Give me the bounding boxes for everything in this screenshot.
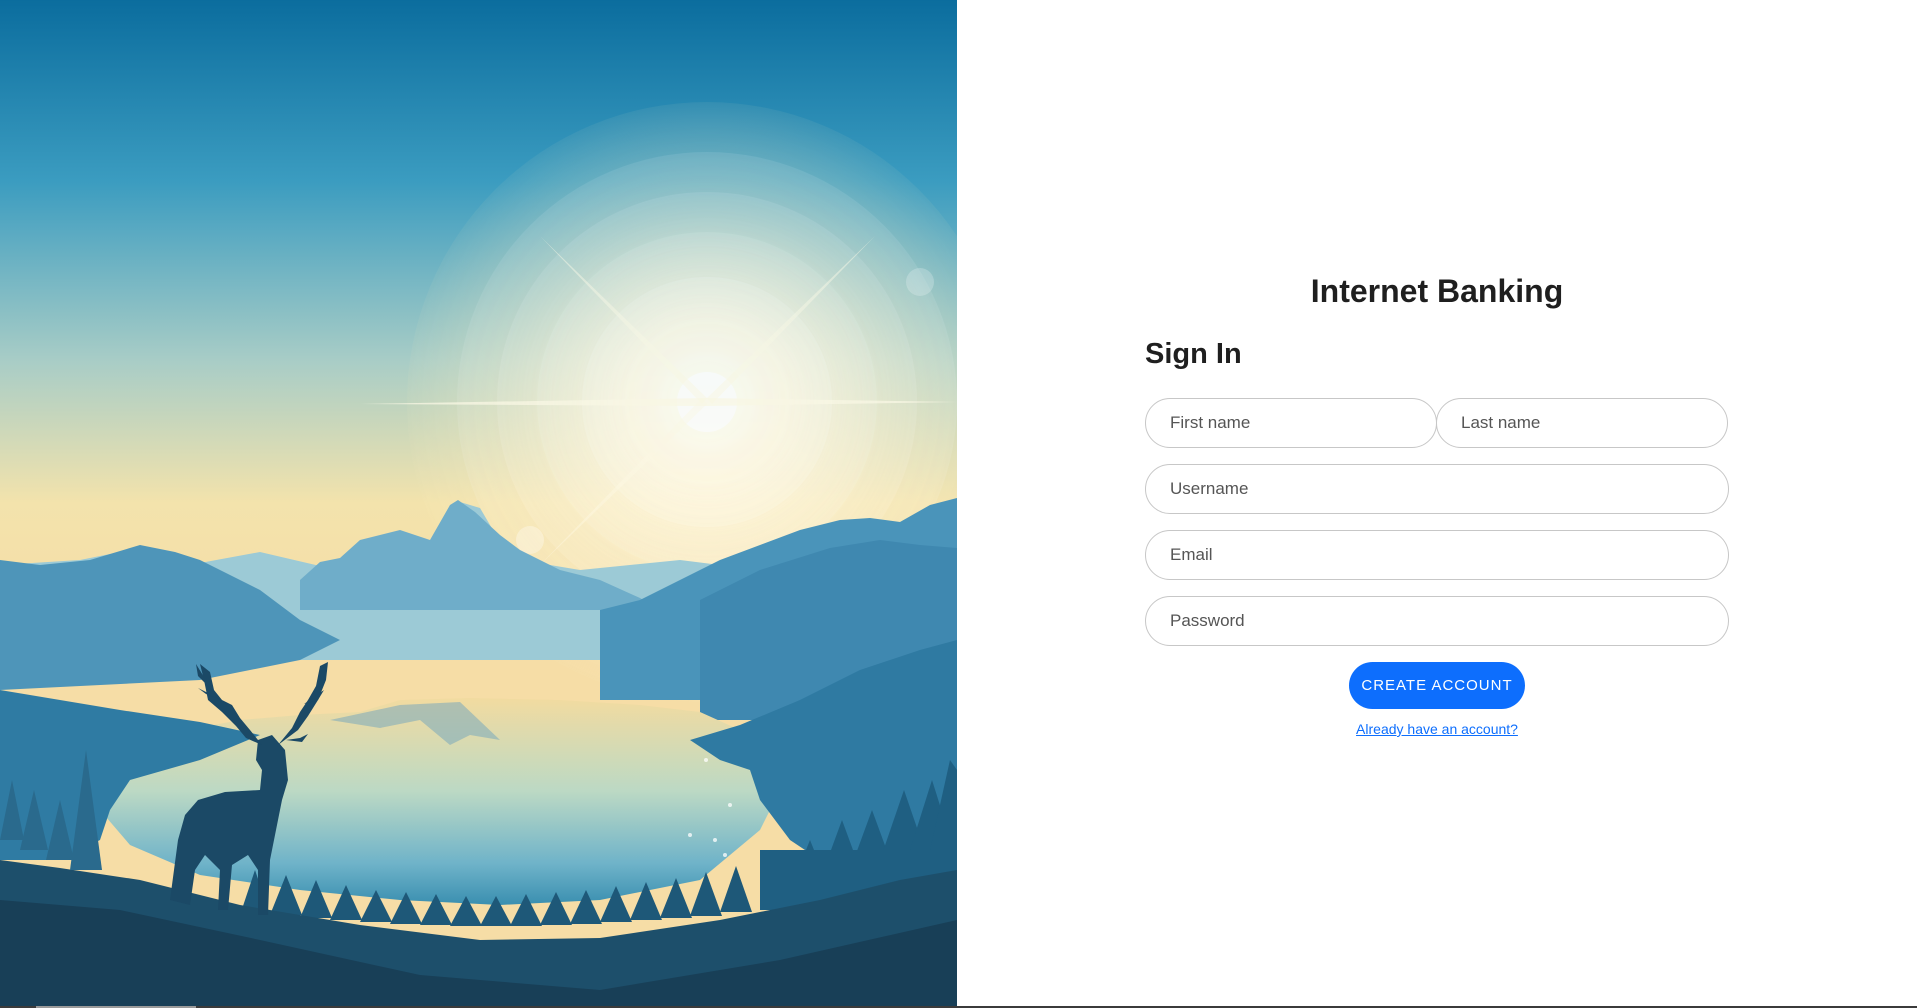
last-name-input[interactable]: [1436, 398, 1728, 448]
signup-page: Internet Banking Sign In CREATE ACCOUNT …: [0, 0, 1917, 1008]
signup-form-panel: Internet Banking Sign In CREATE ACCOUNT …: [957, 0, 1917, 1006]
first-name-input[interactable]: [1145, 398, 1437, 448]
username-input[interactable]: [1145, 464, 1729, 514]
app-title: Internet Banking: [1310, 273, 1564, 309]
landscape-illustration: [0, 0, 957, 1006]
create-account-button[interactable]: CREATE ACCOUNT: [1349, 662, 1525, 709]
email-input[interactable]: [1145, 530, 1729, 580]
password-input[interactable]: [1145, 596, 1729, 646]
already-have-account-link[interactable]: Already have an account?: [1145, 721, 1729, 737]
form-heading: Sign In: [1145, 338, 1242, 370]
